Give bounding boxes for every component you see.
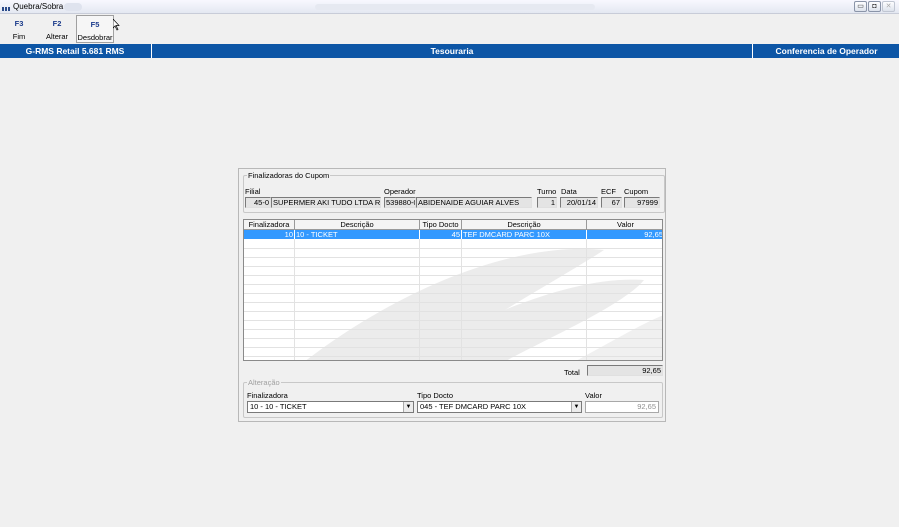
total-field: 92,65 bbox=[587, 365, 663, 376]
grid-lines bbox=[244, 239, 662, 360]
module-name: Tesouraria bbox=[151, 44, 753, 58]
col-descricao[interactable]: Descrição bbox=[295, 220, 420, 230]
cupom-field: 97999 bbox=[624, 197, 660, 208]
table-row[interactable]: 10 10 - TICKET 45 TEF DMCARD PARC 10X 92… bbox=[244, 230, 663, 239]
alteracao-legend: Alteração bbox=[248, 378, 280, 387]
minimize-icon[interactable]: ▭ bbox=[854, 1, 867, 12]
app-icon bbox=[2, 4, 12, 11]
system-name: G-RMS Retail 5.681 RMS bbox=[25, 46, 125, 56]
alt-valor-label: Valor bbox=[585, 391, 602, 400]
window-controls: ▭ ◘ ✕ bbox=[854, 1, 895, 12]
alterar-button[interactable]: F2 Alterar bbox=[38, 15, 76, 43]
screen-name: Conferencia de Operador bbox=[775, 46, 878, 56]
alt-tipo-docto-label: Tipo Docto bbox=[417, 391, 453, 400]
cell-valor: 92,65 bbox=[644, 230, 663, 239]
data-label: Data bbox=[561, 187, 577, 196]
operador-code-field: 539880-0 bbox=[384, 197, 416, 208]
toolbar: F3 Fim F2 Alterar F5 Desdobrar bbox=[0, 15, 114, 43]
total-label: Total bbox=[564, 368, 580, 377]
fim-label: Fim bbox=[12, 32, 26, 41]
finalizadora-select-value: 10 - 10 - TICKET bbox=[250, 402, 307, 411]
finalizadoras-grid[interactable]: Finalizadora Descrição Tipo Docto Descri… bbox=[243, 219, 663, 361]
col-descricao-2[interactable]: Descrição bbox=[462, 220, 587, 230]
turno-field: 1 bbox=[537, 197, 557, 208]
cell-descricao-2: TEF DMCARD PARC 10X bbox=[462, 230, 587, 239]
alterar-key: F2 bbox=[52, 19, 62, 28]
finalizadora-select[interactable]: 10 - 10 - TICKET ▼ bbox=[247, 401, 414, 413]
alt-finalizadora-label: Finalizadora bbox=[247, 391, 288, 400]
maximize-icon[interactable]: ◘ bbox=[868, 1, 881, 12]
cupom-legend: Finalizadoras do Cupom bbox=[248, 171, 330, 180]
cell-descricao: 10 - TICKET bbox=[295, 230, 420, 239]
data-field: 20/01/14 bbox=[560, 197, 598, 208]
col-finalizadora[interactable]: Finalizadora bbox=[244, 220, 295, 230]
tipo-docto-select-value: 045 - TEF DMCARD PARC 10X bbox=[420, 402, 526, 411]
ecf-field: 67 bbox=[601, 197, 622, 208]
valor-input[interactable]: 92,65 bbox=[585, 401, 659, 413]
cupom-label: Cupom bbox=[624, 187, 649, 196]
mouse-cursor-icon bbox=[113, 19, 120, 31]
operador-name-field: ABIDENAIDE AGUIAR ALVES bbox=[416, 197, 532, 208]
window-title: Quebra/Sobra bbox=[13, 2, 64, 11]
desdobrar-label: Desdobrar bbox=[77, 33, 113, 42]
desdobrar-button[interactable]: F5 Desdobrar bbox=[76, 15, 114, 43]
cell-finalizadora: 10 bbox=[244, 230, 295, 239]
filial-code-field: 45-0 bbox=[245, 197, 271, 208]
finalizadoras-panel: Finalizadoras do Cupom Filial Operador T… bbox=[238, 168, 666, 422]
fim-key: F3 bbox=[14, 19, 24, 28]
grid-header: Finalizadora Descrição Tipo Docto Descri… bbox=[244, 220, 662, 230]
filial-name-field: SUPERMER AKI TUDO LTDA RK bbox=[271, 197, 381, 208]
alterar-label: Alterar bbox=[45, 32, 69, 41]
ecf-label: ECF bbox=[601, 187, 616, 196]
turno-label: Turno bbox=[537, 187, 557, 196]
chevron-down-icon[interactable]: ▼ bbox=[571, 402, 581, 412]
header-band: G-RMS Retail 5.681 RMS Tesouraria Confer… bbox=[0, 44, 899, 58]
title-ghost-text bbox=[315, 4, 595, 10]
title-bar: Quebra/Sobra ▭ ◘ ✕ bbox=[0, 0, 899, 14]
operador-label: Operador bbox=[384, 187, 416, 196]
tipo-docto-select[interactable]: 045 - TEF DMCARD PARC 10X ▼ bbox=[417, 401, 582, 413]
fim-button[interactable]: F3 Fim bbox=[0, 15, 38, 43]
title-ghost-tab bbox=[64, 3, 82, 11]
col-tipo-docto[interactable]: Tipo Docto bbox=[420, 220, 462, 230]
chevron-down-icon[interactable]: ▼ bbox=[403, 402, 413, 412]
desdobrar-key: F5 bbox=[90, 20, 100, 29]
close-icon[interactable]: ✕ bbox=[882, 1, 895, 12]
cell-tipo-docto: 45 bbox=[420, 230, 462, 239]
filial-label: Filial bbox=[245, 187, 261, 196]
col-valor[interactable]: Valor bbox=[587, 220, 662, 230]
